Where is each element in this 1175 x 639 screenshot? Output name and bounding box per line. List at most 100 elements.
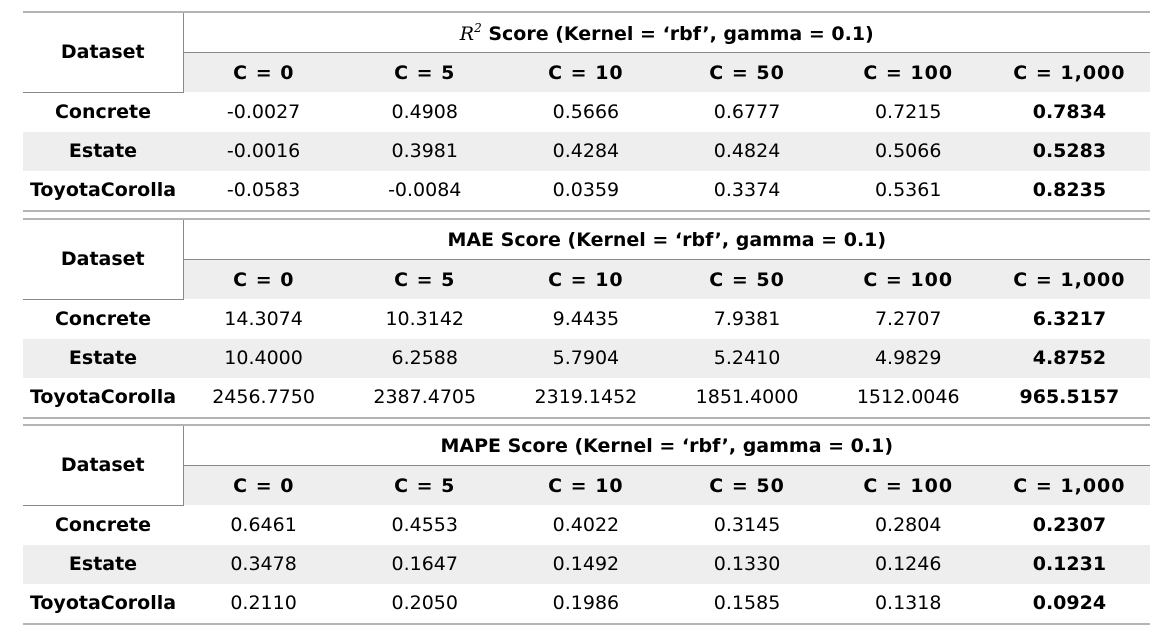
- table-row: Estate 0.3478 0.1647 0.1492 0.1330 0.124…: [23, 544, 1150, 584]
- r2-score-table: Dataset R2 Score (Kernel = ‘rbf’, gamma …: [23, 13, 1150, 210]
- best-value-cell: 0.8235: [1032, 179, 1107, 201]
- column-header: C = 5: [344, 259, 506, 299]
- table-cell: 0.4824: [666, 131, 828, 171]
- table-cell: 0.4022: [552, 513, 620, 536]
- column-header: C = 50: [666, 259, 828, 299]
- table-title: MAE Score (Kernel = ‘rbf’, gamma = 0.1): [183, 220, 1150, 260]
- column-header: C = 50: [666, 52, 828, 92]
- column-header: C = 100: [827, 465, 989, 505]
- column-header: C = 0: [183, 52, 345, 92]
- table-row: ToyotaCorolla 2456.7750 2387.4705 2319.1…: [23, 378, 1150, 417]
- row-label: Estate: [23, 544, 183, 584]
- row-label: Estate: [23, 131, 183, 171]
- table-cell: 7.9381: [713, 307, 781, 330]
- best-value-cell: 0.7834: [1032, 100, 1107, 123]
- column-header: C = 1,000: [988, 259, 1150, 299]
- table-cell: 10.3142: [385, 307, 465, 330]
- table-row: ToyotaCorolla -0.0583 -0.0084 0.0359 0.3…: [23, 171, 1150, 210]
- table-cell: 0.3374: [713, 179, 781, 201]
- table-cell: 0.5666: [552, 100, 620, 123]
- row-label: Concrete: [54, 308, 151, 330]
- table-cell: -0.0027: [226, 100, 301, 123]
- table-cell: 0.1647: [344, 544, 506, 584]
- table-title: MAPE Score (Kernel = ‘rbf’, gamma = 0.1): [183, 426, 1150, 466]
- r2-symbol: R2: [459, 20, 482, 45]
- table-cell: 0.5361: [874, 179, 942, 201]
- table-row: Estate 10.4000 6.2588 5.7904 5.2410 4.98…: [23, 338, 1150, 378]
- table-row: Estate -0.0016 0.3981 0.4284 0.4824 0.50…: [23, 131, 1150, 171]
- table-row: ToyotaCorolla 0.2110 0.2050 0.1986 0.158…: [23, 584, 1150, 623]
- row-label: ToyotaCorolla: [29, 386, 177, 408]
- best-value-cell: 0.1231: [988, 544, 1150, 584]
- column-header: C = 10: [505, 52, 667, 92]
- table-cell: 0.4553: [391, 513, 458, 536]
- table-row: Concrete -0.0027 0.4908 0.5666 0.6777 0.…: [23, 92, 1150, 132]
- table-cell: 10.4000: [183, 338, 345, 378]
- column-header: C = 5: [344, 52, 506, 92]
- best-value-cell: 0.5283: [988, 131, 1150, 171]
- column-header: C = 1,000: [988, 465, 1150, 505]
- table-cell: 2319.1452: [534, 386, 638, 408]
- table-cell: 0.6777: [713, 100, 781, 123]
- column-header: C = 1,000: [988, 52, 1150, 92]
- dataset-header: Dataset: [23, 13, 184, 93]
- table-cell: 0.3478: [183, 544, 345, 584]
- table-cell: 7.2707: [874, 307, 942, 330]
- table-cell: -0.0084: [388, 179, 462, 201]
- mape-score-table: Dataset MAPE Score (Kernel = ‘rbf’, gamm…: [23, 426, 1150, 623]
- column-header: C = 10: [505, 465, 667, 505]
- column-header: C = 10: [505, 259, 667, 299]
- table-cell: 0.4284: [505, 131, 667, 171]
- table-cell: 2387.4705: [373, 386, 477, 408]
- table-cell: 0.5066: [827, 131, 989, 171]
- table-cell: 0.1246: [827, 544, 989, 584]
- column-header: C = 0: [183, 259, 345, 299]
- column-header: C = 0: [183, 465, 345, 505]
- row-label: Concrete: [54, 101, 151, 123]
- best-value-cell: 0.0924: [1032, 592, 1107, 614]
- table-cell: 0.1986: [552, 592, 620, 614]
- column-header: C = 50: [666, 465, 828, 505]
- table-cell: 0.3981: [344, 131, 506, 171]
- dataset-header: Dataset: [23, 426, 184, 506]
- best-value-cell: 0.2307: [1032, 513, 1107, 536]
- row-label: ToyotaCorolla: [29, 592, 177, 614]
- mape-score-panel: Dataset MAPE Score (Kernel = ‘rbf’, gamm…: [23, 424, 1150, 625]
- table-cell: 0.2110: [230, 592, 297, 614]
- table-cell: -0.0583: [226, 179, 301, 201]
- table-cell: 5.7904: [505, 338, 667, 378]
- table-cell: -0.0016: [183, 131, 345, 171]
- best-value-cell: 4.8752: [988, 338, 1150, 378]
- best-value-cell: 6.3217: [1032, 307, 1107, 330]
- column-header: C = 100: [827, 52, 989, 92]
- table-cell: 0.1330: [666, 544, 828, 584]
- table-cell: 0.1318: [874, 592, 942, 614]
- column-header: C = 5: [344, 465, 506, 505]
- table-cell: 9.4435: [552, 307, 620, 330]
- mae-score-table: Dataset MAE Score (Kernel = ‘rbf’, gamma…: [23, 220, 1150, 417]
- table-cell: 6.2588: [344, 338, 506, 378]
- table-cell: 0.3145: [713, 513, 781, 536]
- table-cell: 2456.7750: [212, 386, 315, 408]
- table-cell: 1851.4000: [695, 386, 799, 408]
- best-value-cell: 965.5157: [1019, 386, 1120, 408]
- table-cell: 0.2804: [874, 513, 942, 536]
- dataset-header: Dataset: [23, 220, 184, 300]
- table-cell: 0.1492: [505, 544, 667, 584]
- table-cell: 1512.0046: [856, 386, 960, 408]
- row-label: Estate: [23, 338, 183, 378]
- table-title: R2 Score (Kernel = ‘rbf’, gamma = 0.1): [183, 13, 1150, 53]
- table-cell: 0.0359: [552, 179, 620, 201]
- r2-score-panel: Dataset R2 Score (Kernel = ‘rbf’, gamma …: [23, 11, 1150, 212]
- table-cell: 0.4908: [391, 100, 458, 123]
- column-header: C = 100: [827, 259, 989, 299]
- table-cell: 0.2050: [391, 592, 458, 614]
- table-row: Concrete 0.6461 0.4553 0.4022 0.3145 0.2…: [23, 505, 1150, 545]
- table-cell: 5.2410: [666, 338, 828, 378]
- table-cell: 0.6461: [230, 513, 297, 536]
- row-label: ToyotaCorolla: [29, 179, 177, 201]
- row-label: Concrete: [54, 514, 151, 536]
- table-cell: 14.3074: [224, 307, 303, 330]
- table-row: Concrete 14.3074 10.3142 9.4435 7.9381 7…: [23, 299, 1150, 339]
- table-cell: 0.1585: [713, 592, 781, 614]
